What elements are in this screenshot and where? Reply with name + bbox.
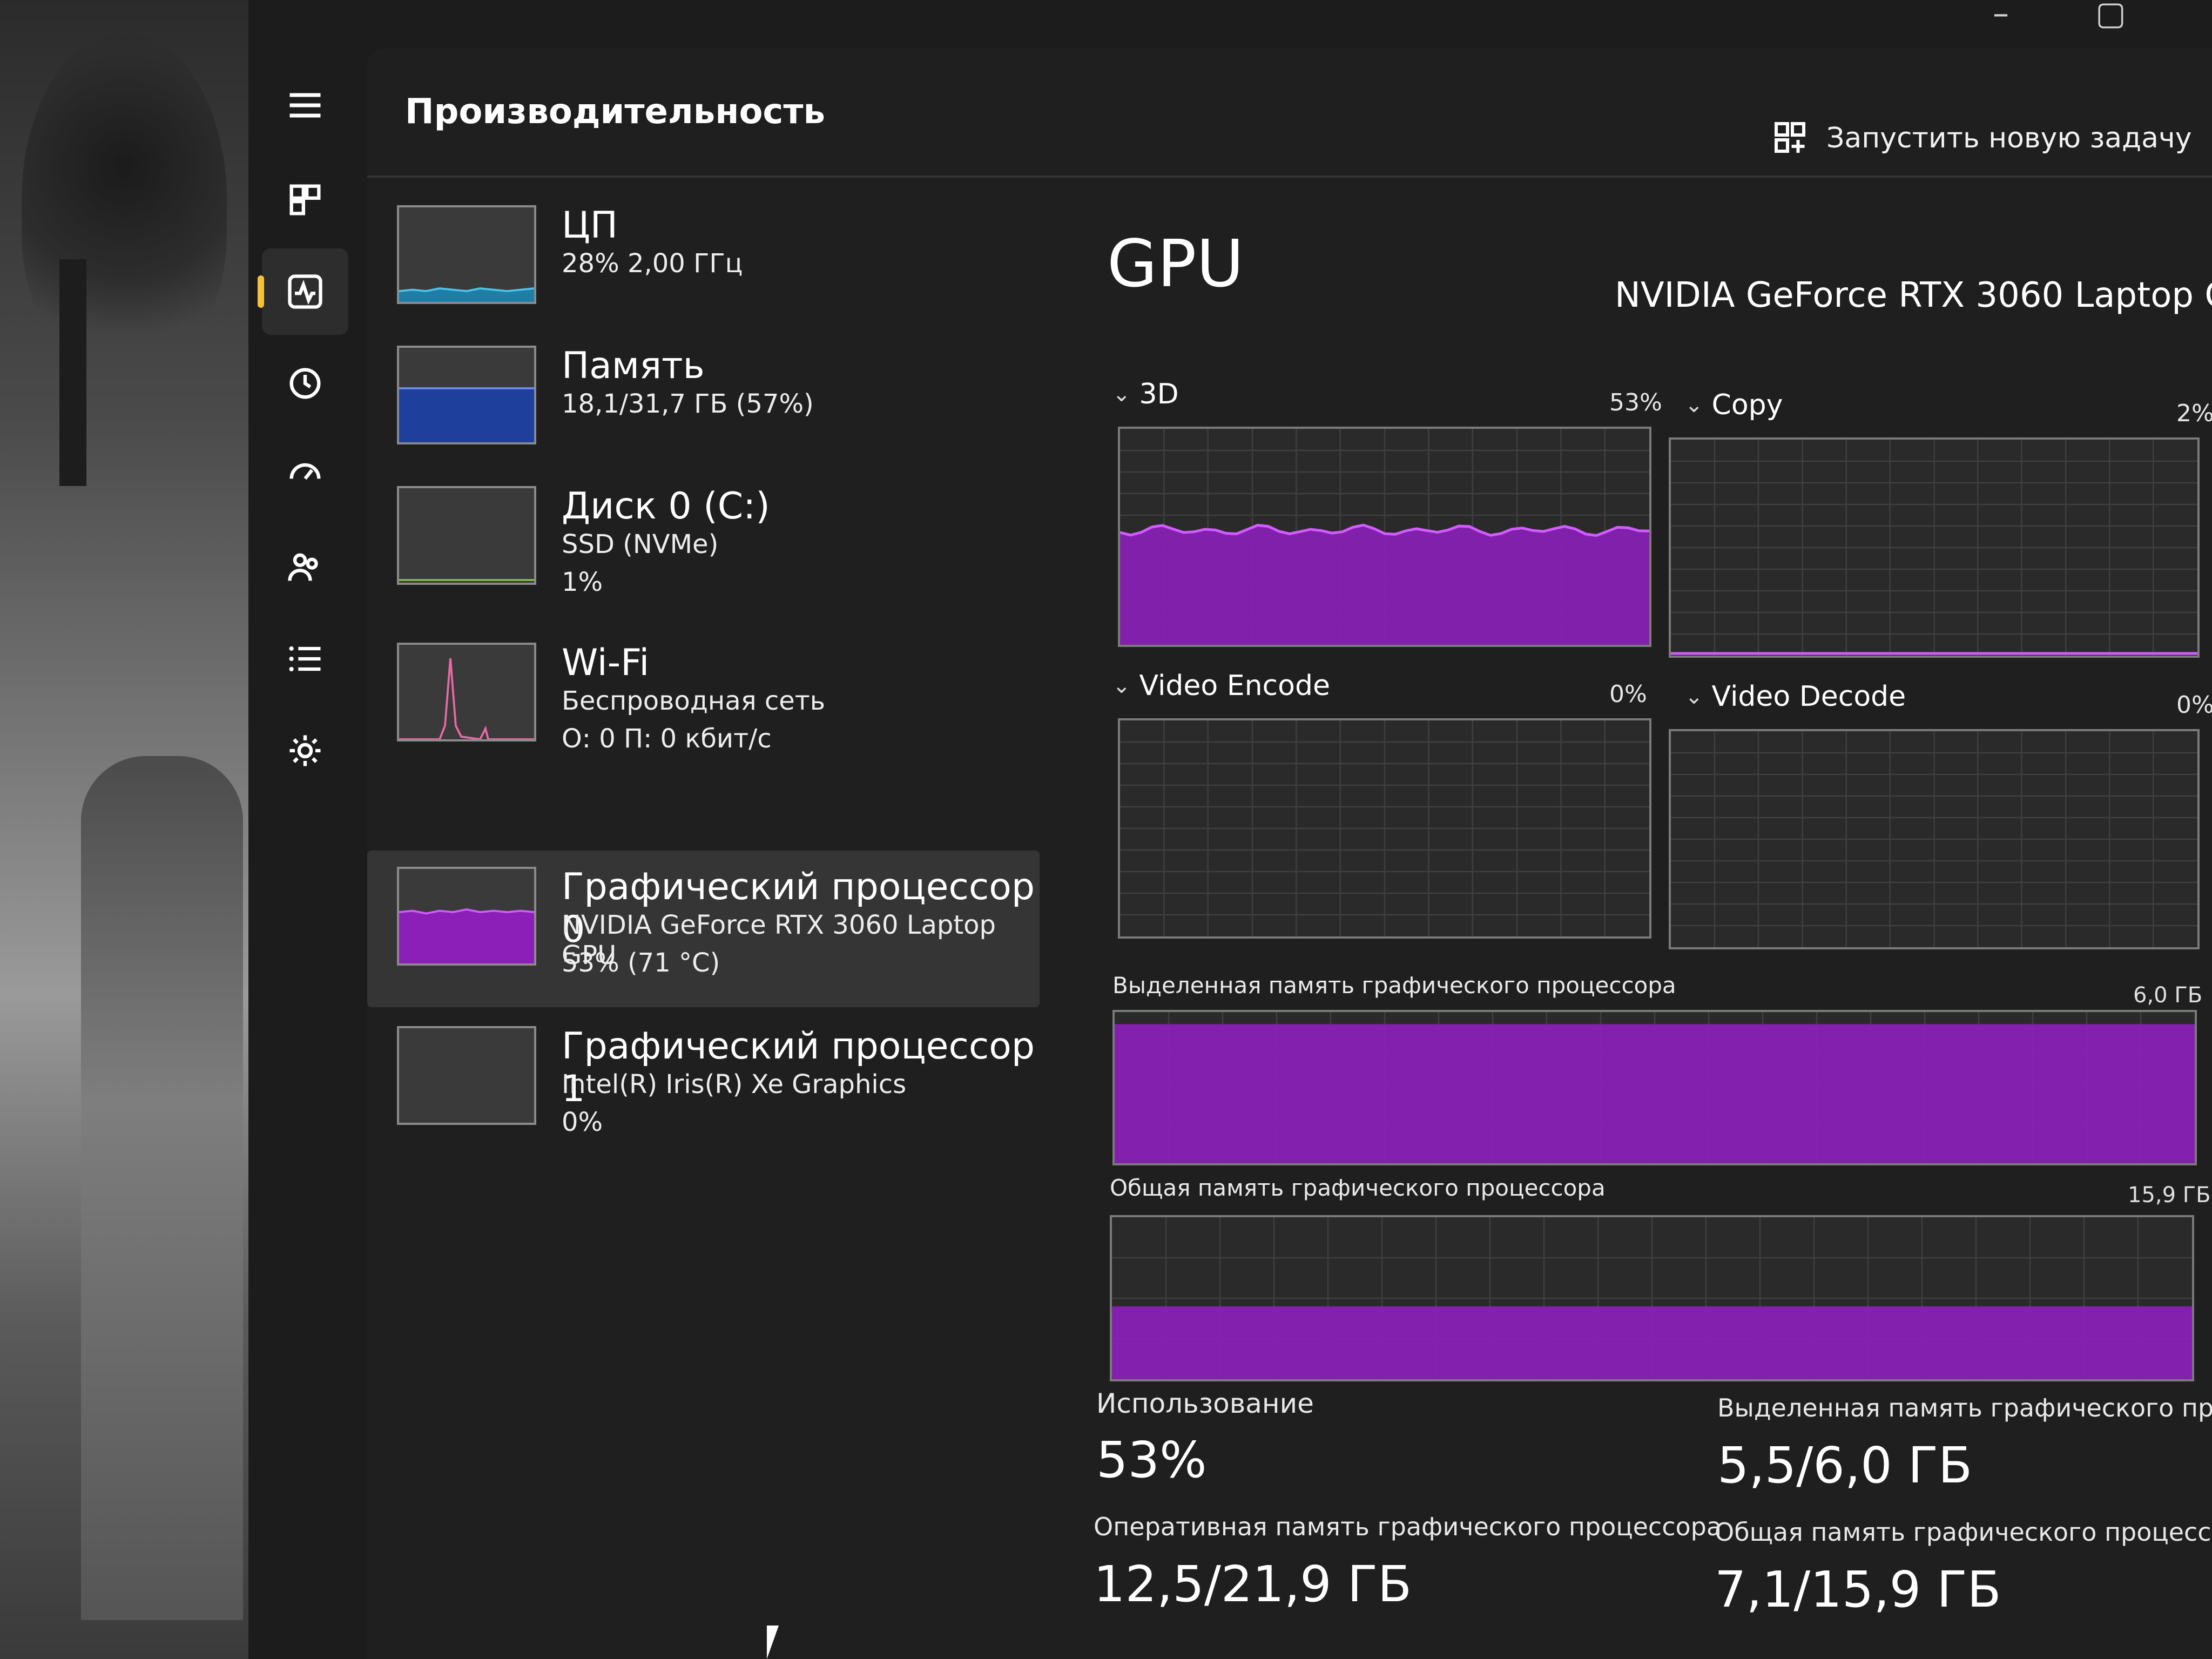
engine-decode-graph xyxy=(1669,729,2200,949)
services-icon[interactable] xyxy=(262,707,348,794)
resource-item-gpu1[interactable]: Графический процессор 1 Intel(R) Iris(R)… xyxy=(367,1010,1040,1166)
engine-3d-label: 3D xyxy=(1139,378,1179,410)
ram-stat-value: 12,5/21,9 ГБ xyxy=(1094,1555,1412,1613)
wifi-throughput: О: 0 П: 0 кбит/с xyxy=(562,724,772,754)
engine-copy-label: Copy xyxy=(1711,389,1783,421)
new-task-label: Запустить новую задачу xyxy=(1826,122,2192,154)
dedicated-mem-graph xyxy=(1112,1010,2197,1165)
gpu0-usage: 53% (71 °C) xyxy=(562,948,720,978)
minimize-icon[interactable]: – xyxy=(1993,0,2009,32)
chevron-down-icon: ⌄ xyxy=(1685,393,1703,417)
engine-3d-graph xyxy=(1118,427,1651,647)
mouse-cursor xyxy=(767,1626,791,1659)
app-history-icon[interactable] xyxy=(262,340,348,427)
resource-item-disk[interactable]: Диск 0 (C:) SSD (NVMe) 1% xyxy=(367,470,1040,626)
shared-mem-graph xyxy=(1110,1215,2194,1381)
memory-stats: 18,1/31,7 ГБ (57%) xyxy=(562,389,814,419)
shared-mem-cap: 15,9 ГБ xyxy=(2128,1183,2211,1208)
disk-type: SSD (NVMe) xyxy=(562,529,719,559)
engine-copy-graph xyxy=(1669,437,2200,658)
cpu-name: ЦП xyxy=(562,204,618,247)
gpu-model: NVIDIA GeForce RTX 3060 Laptop GPU xyxy=(1615,275,2212,315)
engine-encode-selector[interactable]: ⌄ Video Encode xyxy=(1112,670,1330,702)
resource-item-memory[interactable]: Память 18,1/31,7 ГБ (57%) xyxy=(367,329,1040,486)
dedicated-mem-label: Выделенная память графического процессор… xyxy=(1112,972,1676,999)
engine-decode-label: Video Decode xyxy=(1711,680,1906,713)
engine-encode-pct: 0% xyxy=(1609,680,1647,708)
shared-mem-label: Общая память графического процессора xyxy=(1110,1175,1606,1201)
gpu1-model: Intel(R) Iris(R) Xe Graphics xyxy=(562,1069,907,1100)
dedicated-stat-label: Выделенная память графического про xyxy=(1717,1393,2212,1422)
performance-icon[interactable] xyxy=(258,248,348,335)
shared-stat-label: Общая память графического процесс xyxy=(1715,1518,2211,1547)
chevron-down-icon: ⌄ xyxy=(1685,684,1703,709)
cpu-stats: 28% 2,00 ГГц xyxy=(562,248,743,279)
page-title: Производительность xyxy=(405,92,825,132)
usage-value: 53% xyxy=(1096,1431,1207,1489)
shared-stat-value: 7,1/15,9 ГБ xyxy=(1715,1561,2001,1618)
gpu0-thumbnail xyxy=(397,867,536,966)
nav-rail xyxy=(248,54,362,1659)
maximize-icon[interactable]: ▢ xyxy=(2095,0,2126,32)
new-task-button[interactable]: Запустить новую задачу xyxy=(1771,119,2191,158)
new-task-icon xyxy=(1775,122,1805,153)
disk-name: Диск 0 (C:) xyxy=(562,485,770,528)
resource-item-cpu[interactable]: ЦП 28% 2,00 ГГц xyxy=(367,189,1040,346)
usage-label: Использование xyxy=(1096,1388,1314,1419)
gpu1-usage: 0% xyxy=(562,1107,603,1137)
details-icon[interactable] xyxy=(262,616,348,702)
content-area: Производительность Запустить новую задач… xyxy=(367,49,2212,1659)
wallpaper-trunk xyxy=(59,259,86,486)
wallpaper-tree xyxy=(22,32,227,367)
menu-icon[interactable] xyxy=(262,62,348,149)
dedicated-mem-cap: 6,0 ГБ xyxy=(2133,983,2203,1008)
header-divider xyxy=(367,176,2212,178)
processes-icon[interactable] xyxy=(262,157,348,243)
desktop-wallpaper xyxy=(0,0,248,1659)
engine-copy-selector[interactable]: ⌄ Copy xyxy=(1685,389,1783,421)
disk-usage: 1% xyxy=(562,567,603,597)
engine-3d-pct: 53% xyxy=(1609,389,1662,416)
engine-decode-pct: 0% xyxy=(2176,691,2212,719)
wifi-type: Беспроводная сеть xyxy=(562,686,826,716)
engine-encode-label: Video Encode xyxy=(1139,670,1330,702)
engine-encode-graph xyxy=(1118,718,1651,939)
chevron-down-icon: ⌄ xyxy=(1112,673,1131,698)
memory-thumbnail xyxy=(397,346,536,444)
wifi-thumbnail xyxy=(397,643,536,741)
engine-decode-selector[interactable]: ⌄ Video Decode xyxy=(1685,680,1906,713)
ram-stat-label: Оперативная память графического процессо… xyxy=(1094,1512,1722,1541)
wifi-name: Wi-Fi xyxy=(562,642,650,684)
gpu-heading: GPU xyxy=(1107,227,1244,302)
users-icon[interactable] xyxy=(262,524,348,610)
chevron-down-icon: ⌄ xyxy=(1112,382,1131,407)
resource-item-gpu0[interactable]: Графический процессор 0 NVIDIA GeForce R… xyxy=(367,851,1040,1007)
engine-3d-selector[interactable]: ⌄ 3D xyxy=(1112,378,1179,410)
gpu1-thumbnail xyxy=(397,1026,536,1125)
engine-copy-pct: 2% xyxy=(2176,400,2212,427)
wallpaper-figure xyxy=(81,756,243,1620)
memory-name: Память xyxy=(562,345,705,387)
disk-thumbnail xyxy=(397,486,536,585)
startup-icon[interactable] xyxy=(262,432,348,518)
dedicated-stat-value: 5,5/6,0 ГБ xyxy=(1717,1437,1973,1494)
resource-item-wifi[interactable]: Wi-Fi Беспроводная сеть О: 0 П: 0 кбит/с xyxy=(367,626,1040,783)
cpu-thumbnail xyxy=(397,205,536,304)
